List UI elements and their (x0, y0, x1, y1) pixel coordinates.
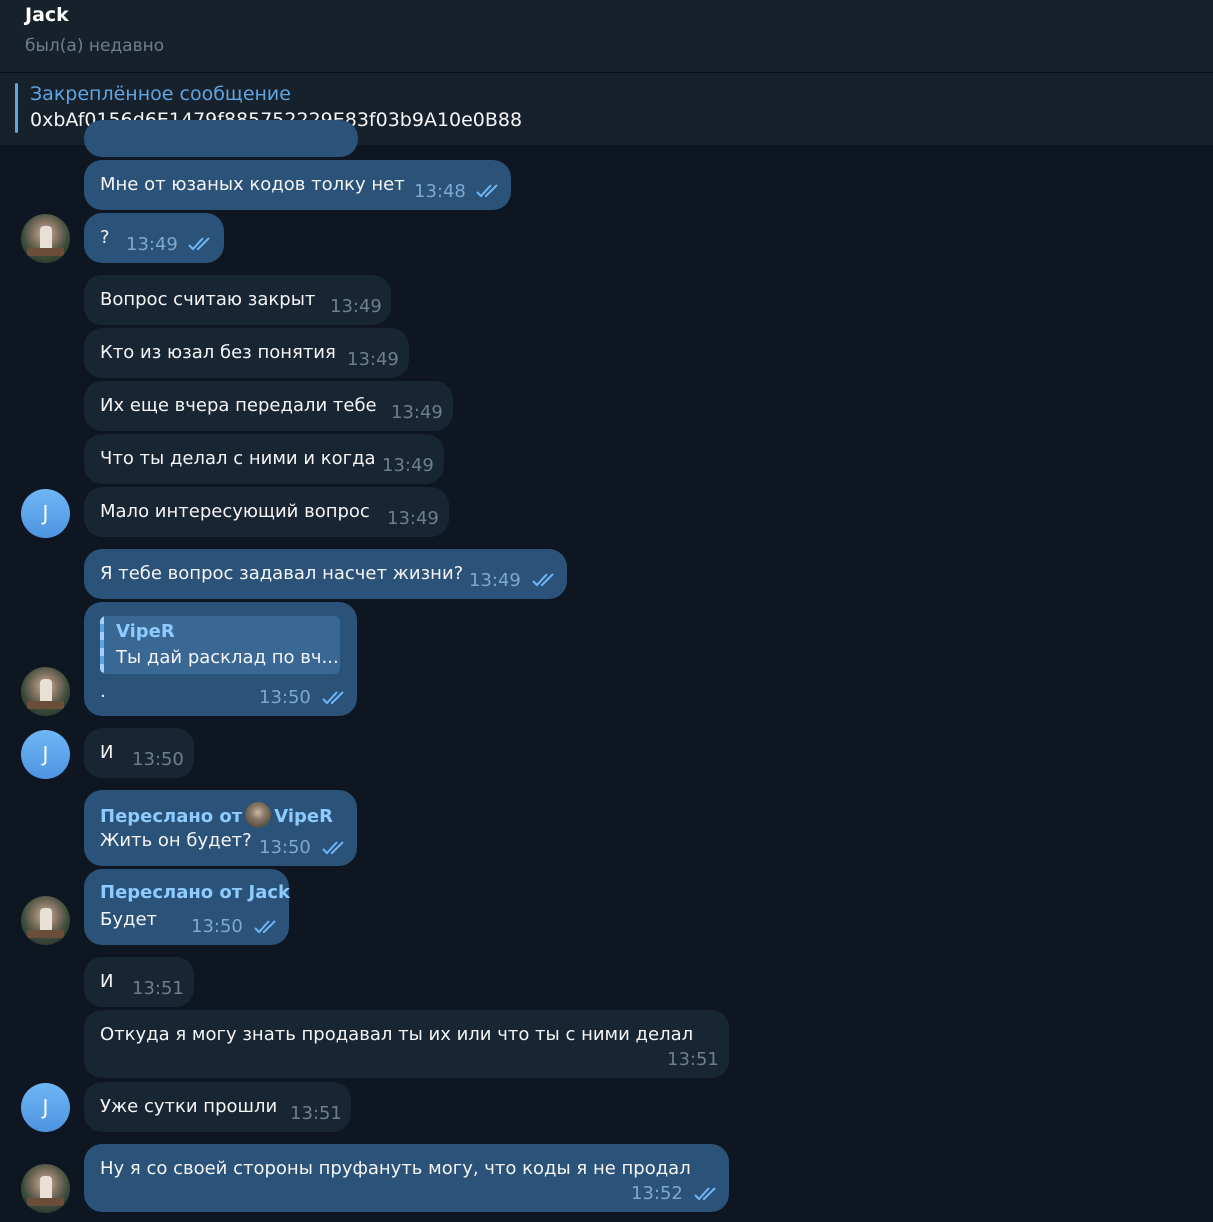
message-time: 13:49 (330, 296, 382, 317)
message-time: 13:50 (259, 837, 311, 858)
message-bubble[interactable]: Их еще вчера передали тебе 13:49 (84, 381, 453, 431)
message-text: Откуда я могу знать продавал ты их или ч… (100, 1024, 694, 1045)
read-check-icon (188, 236, 214, 252)
read-check-icon (694, 1186, 720, 1202)
message-bubble[interactable]: Мне от юзаных кодов толку нет 13:48 (84, 160, 511, 210)
message-time: 13:50 (191, 916, 243, 937)
read-check-icon (476, 183, 502, 199)
message-bubble[interactable]: VipeR Ты дай расклад по вч... . 13:50 (84, 602, 357, 716)
reply-author: VipeR (116, 621, 175, 642)
message-bubble[interactable]: Переслано от VipeR Жить он будет? 13:50 (84, 790, 357, 866)
chat-title: Jack (25, 4, 69, 26)
message-time: 13:49 (382, 455, 434, 476)
message-bubble[interactable]: Что ты делал с ними и когда 13:49 (84, 434, 444, 484)
message-text: Мне от юзаных кодов толку нет (100, 174, 405, 195)
message-time: 13:49 (469, 570, 521, 591)
message-text: Жить он будет? (100, 830, 252, 851)
forward-avatar (245, 802, 272, 828)
sender-avatar[interactable]: J (21, 1083, 70, 1132)
forward-author[interactable]: VipeR (274, 806, 333, 827)
message-time: 13:50 (132, 749, 184, 770)
message-bubble[interactable] (84, 120, 358, 157)
message-text: Уже сутки прошли (100, 1096, 278, 1117)
read-check-icon (322, 690, 348, 706)
message-text: И (100, 742, 114, 763)
message-text: Что ты делал с ними и когда (100, 448, 376, 469)
message-bubble[interactable]: Ну я со своей стороны пруфануть могу, чт… (84, 1144, 729, 1212)
read-check-icon (532, 572, 558, 588)
reply-preview[interactable]: VipeR Ты дай расклад по вч... (100, 616, 340, 674)
message-bubble[interactable]: Уже сутки прошли 13:51 (84, 1082, 351, 1132)
message-text: . (100, 681, 106, 702)
message-text: Их еще вчера передали тебе (100, 395, 377, 416)
message-time: 13:49 (347, 349, 399, 370)
reply-indicator (100, 616, 104, 674)
message-bubble[interactable]: И 13:50 (84, 728, 194, 778)
read-check-icon (254, 919, 280, 935)
message-time: 13:51 (290, 1103, 342, 1124)
reply-text: Ты дай расклад по вч... (116, 647, 339, 668)
message-bubble[interactable]: Переслано от Jack Будет 13:50 (84, 869, 290, 945)
message-bubble[interactable]: Я тебе вопрос задавал насчет жизни? 13:4… (84, 549, 567, 599)
read-check-icon (322, 840, 348, 856)
chat-header[interactable]: Jack был(а) недавно (0, 0, 1213, 72)
message-bubble[interactable]: И 13:51 (84, 957, 194, 1007)
message-time: 13:52 (631, 1183, 683, 1204)
message-text: Будет (100, 909, 158, 930)
message-bubble[interactable]: ? 13:49 (84, 213, 224, 263)
chat-status: был(а) недавно (25, 36, 165, 56)
message-time: 13:51 (132, 978, 184, 999)
message-text: И (100, 971, 114, 992)
message-time: 13:49 (387, 508, 439, 529)
message-text: ? (100, 227, 110, 248)
forward-header: Переслано от VipeR (100, 802, 333, 829)
forward-label: Переслано от (100, 806, 243, 827)
message-time: 13:51 (667, 1049, 719, 1070)
message-text: Я тебе вопрос задавал насчет жизни? (100, 563, 464, 584)
message-time: 13:50 (259, 687, 311, 708)
sender-avatar[interactable]: J (21, 730, 70, 779)
message-time: 13:49 (391, 402, 443, 423)
message-text: Вопрос считаю закрыт (100, 289, 316, 310)
sender-avatar[interactable]: J (21, 489, 70, 538)
message-text: Ну я со своей стороны пруфануть могу, чт… (100, 1158, 691, 1179)
sender-avatar[interactable] (21, 1164, 70, 1213)
message-bubble[interactable]: Откуда я могу знать продавал ты их или ч… (84, 1010, 729, 1078)
message-bubble[interactable]: Кто из юзал без понятия 13:49 (84, 328, 409, 378)
forward-header[interactable]: Переслано от Jack (100, 881, 290, 905)
pinned-indicator (15, 83, 18, 133)
message-bubble[interactable]: Мало интересующий вопрос 13:49 (84, 487, 449, 537)
sender-avatar[interactable] (21, 896, 70, 945)
sender-avatar[interactable] (21, 214, 70, 263)
message-text: Кто из юзал без понятия (100, 342, 336, 363)
pinned-title: Закреплённое сообщение (30, 83, 291, 105)
sender-avatar[interactable] (21, 667, 70, 716)
message-time: 13:49 (126, 234, 178, 255)
message-text: Мало интересующий вопрос (100, 501, 370, 522)
message-time: 13:48 (414, 181, 466, 202)
message-bubble[interactable]: Вопрос считаю закрыт 13:49 (84, 275, 391, 325)
